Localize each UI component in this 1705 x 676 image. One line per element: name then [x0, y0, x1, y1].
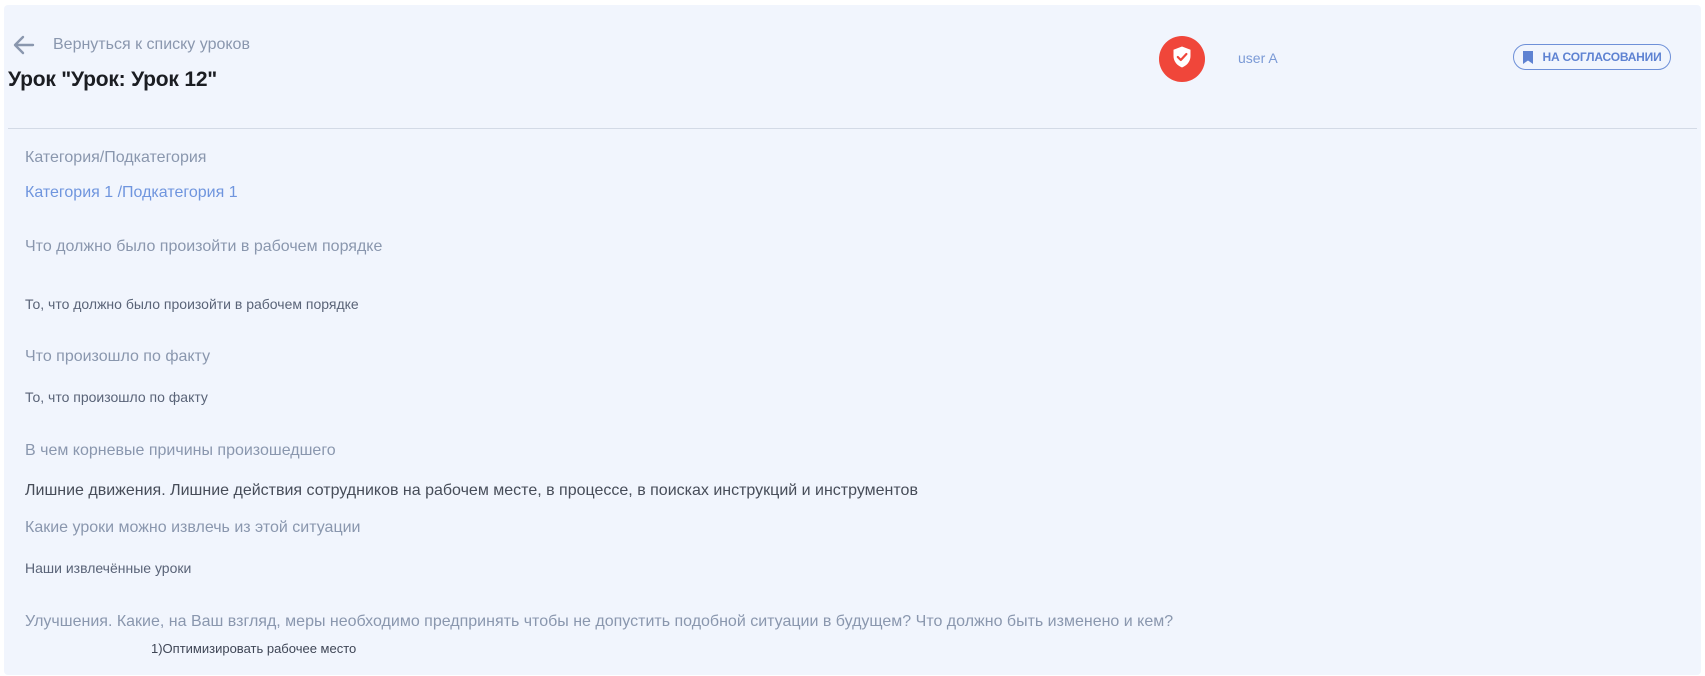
- expected-value: То, что должно было произойти в рабочем …: [25, 296, 359, 312]
- expected-label: Что должно было произойти в рабочем поря…: [25, 238, 383, 255]
- lessons-label: Какие уроки можно извлечь из этой ситуац…: [25, 519, 361, 536]
- improvements-label: Улучшения. Какие, на Ваш взгляд, меры не…: [25, 613, 1174, 630]
- root-causes-value: Лишние движения. Лишние действия сотрудн…: [25, 482, 918, 499]
- status-badge[interactable]: НА СОГЛАСОВАНИИ: [1513, 44, 1671, 70]
- shield-check-icon: [1171, 45, 1193, 74]
- lesson-panel: [4, 5, 1701, 675]
- back-link[interactable]: Вернуться к списку уроков: [12, 33, 250, 57]
- root-causes-label: В чем корневые причины произошедшего: [25, 442, 336, 459]
- user-name[interactable]: user A: [1238, 50, 1278, 66]
- arrow-left-icon[interactable]: [12, 33, 36, 57]
- bookmark-icon: [1522, 50, 1534, 65]
- improvements-value: 1)Оптимизировать рабочее место: [151, 641, 357, 656]
- back-link-label[interactable]: Вернуться к списку уроков: [53, 36, 250, 54]
- page-title: Урок "Урок: Урок 12": [8, 68, 218, 91]
- status-badge-label: НА СОГЛАСОВАНИИ: [1542, 50, 1662, 64]
- avatar[interactable]: [1159, 36, 1205, 82]
- actual-value: То, что произошло по факту: [25, 389, 208, 405]
- category-label: Категория/Подкатегория: [25, 149, 207, 166]
- category-value[interactable]: Категория 1 /Подкатегория 1: [25, 184, 238, 202]
- lessons-value: Наши извлечённые уроки: [25, 560, 192, 576]
- actual-label: Что произошло по факту: [25, 348, 211, 365]
- divider: [8, 128, 1697, 129]
